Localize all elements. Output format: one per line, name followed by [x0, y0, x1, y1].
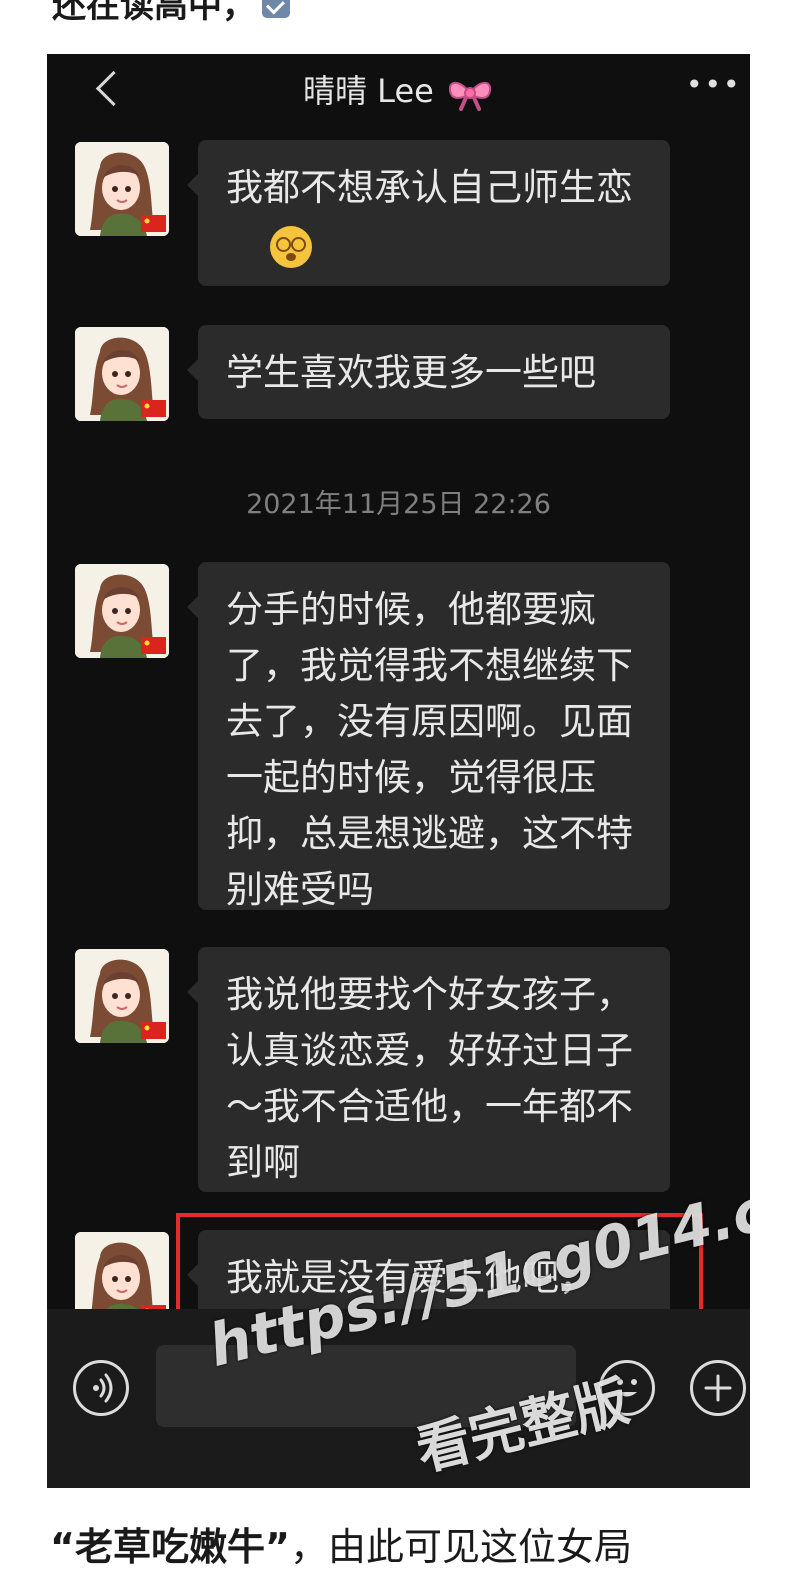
message-text: 我都不想承认自己师生恋 [226, 166, 633, 209]
avatar[interactable] [75, 949, 169, 1043]
message-bubble[interactable]: 我说他要找个好女孩子，认真谈恋爱，好好过日子～我不合适他，一年都不到啊 [187, 947, 670, 1192]
header-text: 还在读高中， [52, 0, 256, 26]
message-bubble[interactable]: 分手的时候，他都要疯了，我觉得我不想继续下去了，没有原因啊。见面一起的时候，觉得… [187, 562, 670, 911]
voice-icon[interactable] [73, 1360, 129, 1416]
message-text: 我说他要找个好女孩子，认真谈恋爱，好好过日子～我不合适他，一年都不到啊 [226, 973, 633, 1184]
girl-avatar-icon [75, 949, 169, 1043]
contact-name: 晴晴 Lee [303, 72, 434, 110]
message-bubble[interactable]: 学生喜欢我更多一些吧 [187, 325, 670, 419]
girl-avatar-icon [75, 327, 169, 421]
avatar[interactable] [75, 564, 169, 658]
bow-icon [448, 81, 492, 111]
avatar[interactable] [75, 327, 169, 421]
chat-input-bar [47, 1309, 750, 1488]
check-icon [262, 0, 290, 18]
timestamp: 2021年11月25日 22:26 [246, 489, 551, 520]
article-footer-text: “老草吃嫩牛”，由此可见这位女局 [50, 1516, 632, 1574]
dizzy-face-emoji [270, 226, 312, 268]
girl-avatar-icon [75, 142, 169, 236]
more-icon[interactable]: ••• [686, 70, 740, 106]
plus-icon[interactable] [690, 1360, 746, 1416]
article-header-text: 还在读高中， [52, 0, 290, 26]
girl-avatar-icon [75, 564, 169, 658]
chat-navbar: 晴晴 Lee ••• [47, 54, 750, 124]
avatar[interactable] [75, 142, 169, 236]
chat-screenshot: 晴晴 Lee ••• 我都不想承认自己师生恋 学生喜欢我更多一些吧 2021年1… [47, 54, 750, 1488]
chat-title: 晴晴 Lee [47, 66, 750, 112]
message-text: 学生喜欢我更多一些吧 [226, 351, 596, 394]
message-bubble[interactable]: 我都不想承认自己师生恋 [187, 140, 670, 286]
quote-text: “老草吃嫩牛” [50, 1525, 290, 1569]
footer-rest-text: ，由此可见这位女局 [289, 1525, 632, 1569]
message-text: 分手的时候，他都要疯了，我觉得我不想继续下去了，没有原因啊。见面一起的时候，觉得… [226, 588, 633, 911]
